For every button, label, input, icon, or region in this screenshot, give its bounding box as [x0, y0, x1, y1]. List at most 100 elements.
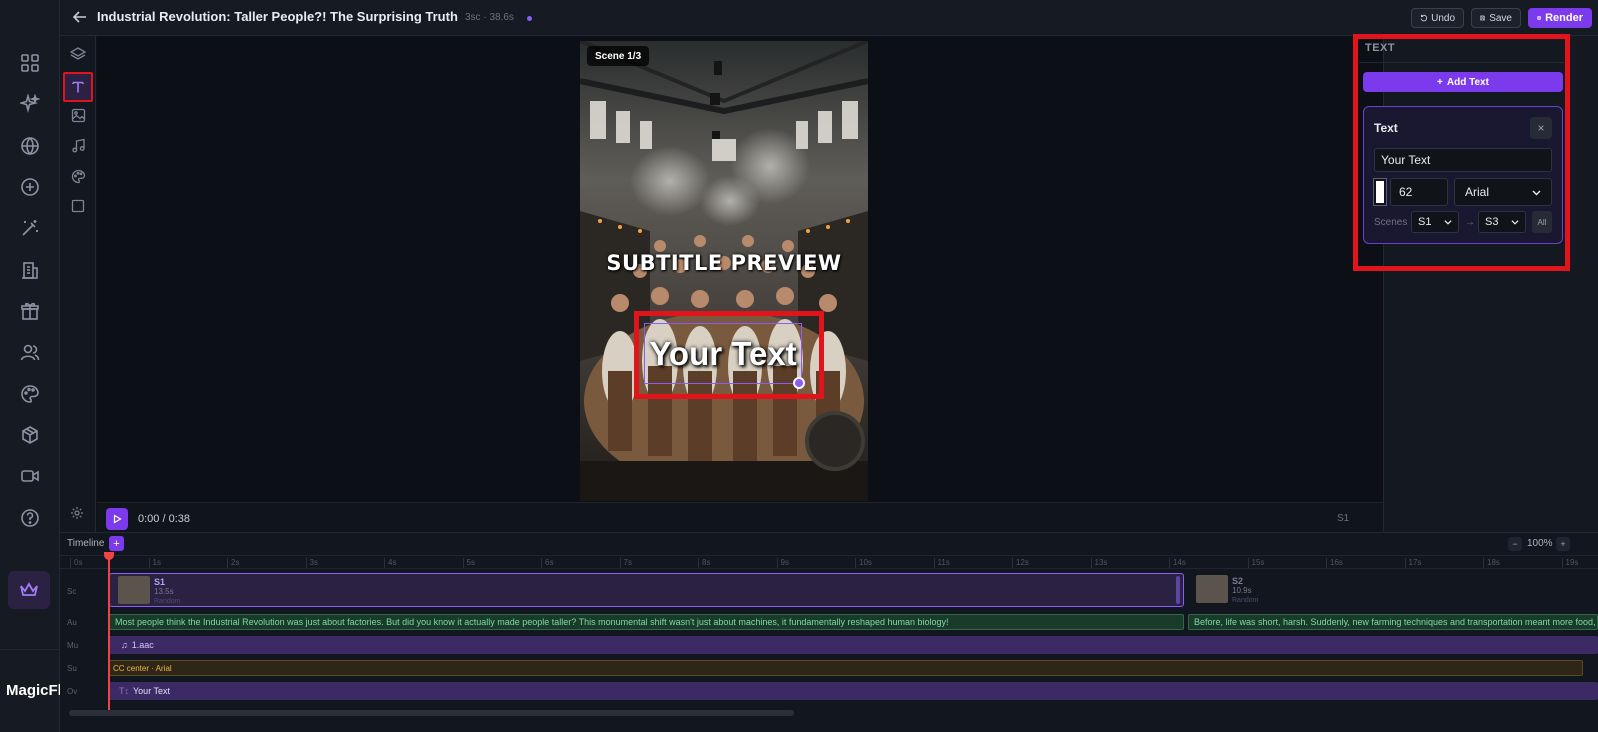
palette-icon[interactable]: [68, 166, 88, 186]
zoom-in-icon[interactable]: +: [1556, 537, 1570, 551]
scene-clip-name: S1: [154, 577, 166, 587]
voiceover-clip[interactable]: Most people think the Industrial Revolut…: [109, 614, 1184, 630]
time-ruler: 0s 1s 2s 3s 4s 5s 6s 7s 8s 9s 10s 11s 12s 13s 14s 15s 16…: [60, 555, 1598, 569]
palette-icon[interactable]: [17, 381, 43, 407]
ruler-tick: 2s: [227, 558, 239, 568]
undo-icon: [1420, 14, 1428, 22]
ruler-tick: 18s: [1483, 558, 1500, 568]
dashboard-icon[interactable]: [17, 50, 43, 76]
music-icon[interactable]: [68, 135, 88, 155]
resize-handle[interactable]: [793, 377, 805, 389]
subtitle-preview: SUBTITLE PREVIEW: [606, 251, 842, 275]
zoom-level: 100%: [1527, 538, 1553, 549]
project-meta: 3sc · 38.6s: [465, 12, 514, 23]
help-icon[interactable]: [17, 505, 43, 531]
save-button[interactable]: Save: [1471, 8, 1521, 28]
timeline: Timeline + − 100% + 0s 1s 2s 3s 4s 5s 6s 7s 8s 9s…: [60, 532, 1598, 732]
building-icon[interactable]: [17, 257, 43, 283]
ruler-tick: 1s: [148, 558, 161, 568]
timecode: 0:00 / 0:38: [138, 513, 190, 525]
globe-icon[interactable]: [17, 133, 43, 159]
box-icon[interactable]: [17, 422, 43, 448]
music-note-icon: ♫: [121, 640, 128, 650]
ruler-tick: 6s: [541, 558, 553, 568]
plus-circle-icon[interactable]: [17, 174, 43, 200]
project-title: Industrial Revolution: Taller People?! T…: [97, 9, 458, 24]
scene-badge: Scene 1/3: [587, 46, 650, 66]
sparkle-icon[interactable]: [17, 91, 43, 117]
scene-clip[interactable]: S1 13.5s Random: [109, 573, 1184, 607]
ruler-tick: 10s: [855, 558, 872, 568]
text-overlay-clip[interactable]: T↕ Your Text: [109, 682, 1598, 700]
scene-clip-mode: Random: [154, 598, 181, 605]
playhead[interactable]: [108, 553, 110, 713]
ruler-tick: 14s: [1169, 558, 1186, 568]
add-track-button[interactable]: +: [109, 536, 124, 551]
zoom-out-icon[interactable]: −: [1508, 537, 1522, 551]
ruler-tick: 3s: [305, 558, 318, 568]
unsaved-dot: [527, 16, 532, 21]
save-icon: [1480, 15, 1485, 21]
film-icon: [1537, 16, 1541, 20]
settings-gear-icon[interactable]: [70, 506, 84, 520]
timeline-label: Timeline: [67, 538, 105, 549]
music-track-label: Mu: [67, 641, 79, 650]
left-nav: MagicFl: [0, 0, 60, 732]
panel-highlight: [1353, 34, 1570, 271]
audio-track-label: Au: [67, 618, 77, 627]
scene-thumbnail: [118, 576, 150, 604]
ruler-tick: 13s: [1090, 558, 1107, 568]
overlay-clip-label: Your Text: [133, 686, 171, 696]
text-tool-button[interactable]: [63, 72, 93, 102]
ruler-tick: 8s: [698, 558, 710, 568]
current-scene-label: S1: [1337, 513, 1350, 524]
render-button[interactable]: Render: [1528, 8, 1592, 28]
tool-column: [60, 36, 96, 532]
users-icon[interactable]: [17, 339, 43, 365]
ruler-tick: 11s: [933, 558, 950, 568]
subtitle-clip[interactable]: CC center · Arial: [109, 660, 1583, 676]
text-overlay-label: Your Text: [649, 334, 797, 372]
music-clip[interactable]: ♫ 1.aac: [109, 636, 1598, 654]
subtitle-track-label: Su: [67, 664, 77, 673]
image-icon[interactable]: [68, 105, 88, 125]
ruler-tick: 5s: [462, 558, 475, 568]
nav-divider: [0, 649, 60, 650]
video-preview[interactable]: Scene 1/3 SUBTITLE PREVIEW Your Text: [580, 41, 868, 501]
ruler-tick: 7s: [619, 558, 632, 568]
back-arrow-icon[interactable]: [72, 9, 88, 25]
save-label: Save: [1489, 12, 1512, 24]
render-label: Render: [1545, 12, 1583, 24]
scenes-track-label: Sc: [67, 587, 77, 596]
play-icon: [113, 514, 122, 524]
scene-clip-duration: 10.9s: [1232, 586, 1252, 595]
ruler-tick: 16s: [1326, 558, 1343, 568]
ruler-tick: 0s: [70, 558, 82, 568]
ruler-tick: 19s: [1561, 558, 1578, 568]
scene-clip-name: S2: [1232, 576, 1244, 586]
layers-icon[interactable]: [68, 44, 88, 64]
gift-icon[interactable]: [17, 298, 43, 324]
voiceover-clip[interactable]: Before, life was short, harsh. Suddenly,…: [1188, 614, 1598, 630]
playback-bar: 0:00 / 0:38 S1: [97, 502, 1383, 532]
square-icon[interactable]: [68, 196, 88, 216]
text-icon: T↕: [119, 686, 129, 696]
ruler-tick: 17s: [1404, 558, 1421, 568]
crown-icon[interactable]: [8, 571, 50, 609]
magic-wand-icon[interactable]: [17, 215, 43, 241]
scene-clip-mode: Random: [1232, 597, 1259, 604]
video-icon[interactable]: [17, 463, 43, 489]
clip-trim-handle[interactable]: [1176, 576, 1180, 604]
ruler-tick: 15s: [1247, 558, 1264, 568]
undo-button[interactable]: Undo: [1411, 8, 1464, 28]
canvas-area: Scene 1/3 SUBTITLE PREVIEW Your Text 0:0…: [97, 36, 1383, 532]
ruler-tick: 12s: [1012, 558, 1029, 568]
scene-thumbnail: [1196, 575, 1228, 603]
play-button[interactable]: [106, 508, 128, 530]
ruler-tick: 9s: [776, 558, 789, 568]
text-overlay-box[interactable]: Your Text: [644, 323, 802, 384]
text-panel: TEXT + Add Text Text × Your Text 62 Aria…: [1353, 34, 1598, 532]
timeline-scrollbar[interactable]: [69, 710, 794, 716]
top-header: Industrial Revolution: Taller People?! T…: [60, 0, 1598, 36]
scene-clip[interactable]: S2 10.9s Random: [1188, 573, 1598, 607]
